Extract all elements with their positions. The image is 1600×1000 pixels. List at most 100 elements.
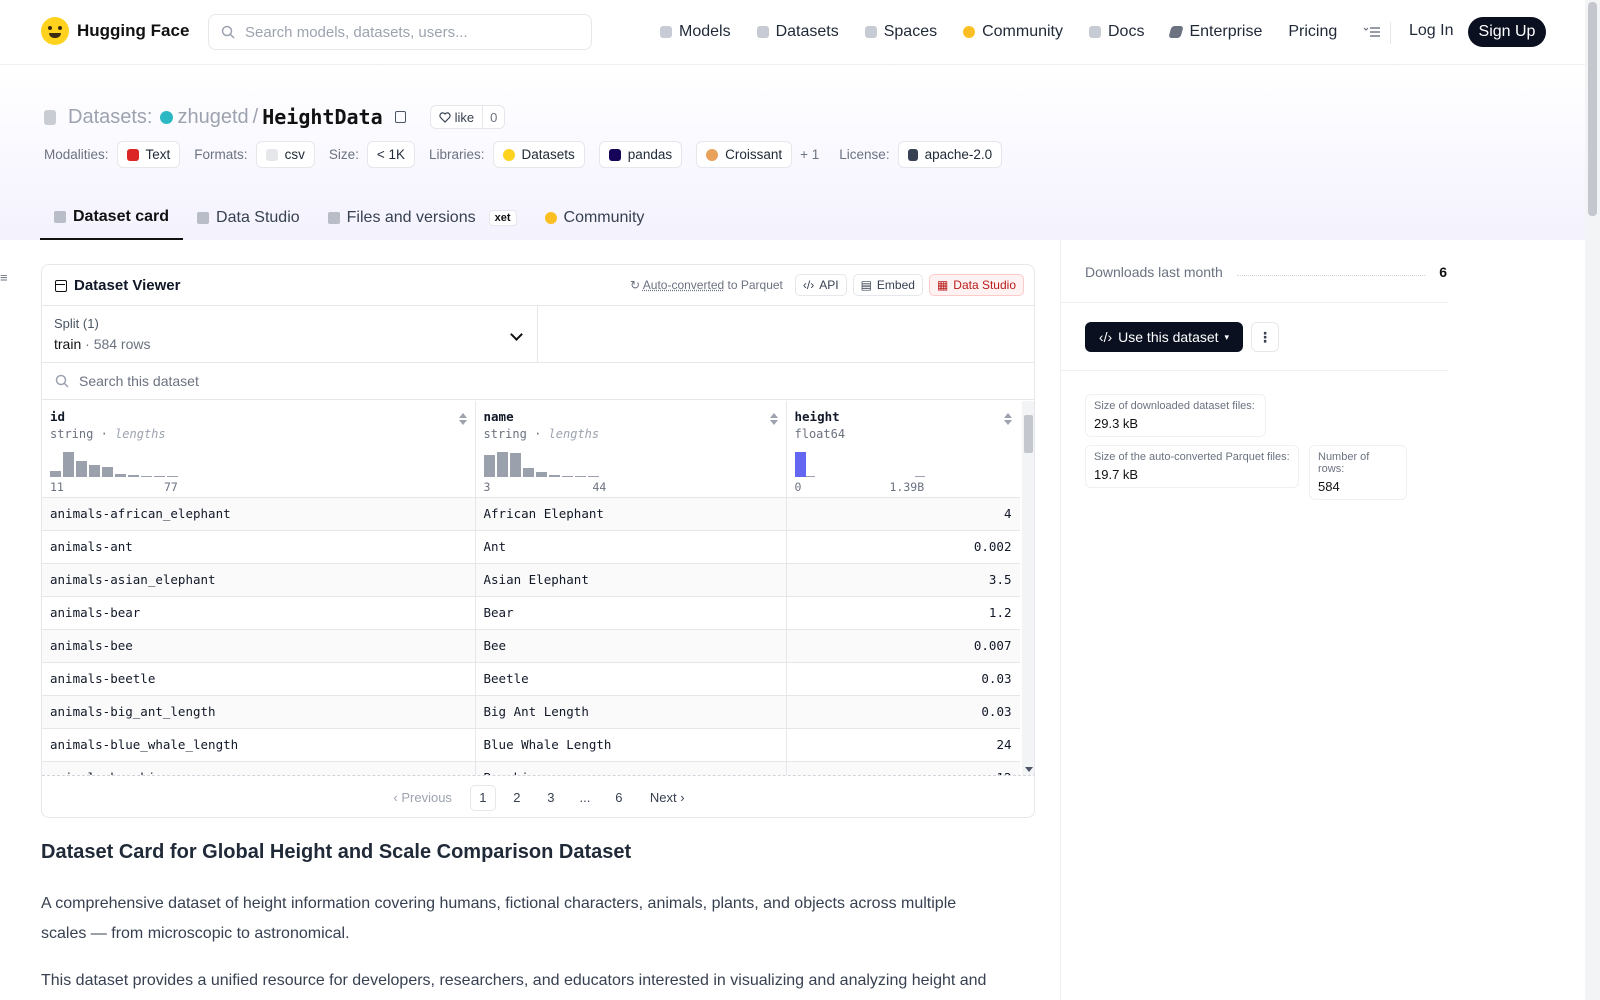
tag-modality[interactable]: Text [116, 141, 181, 168]
cell-id[interactable]: animals-brachiosaurus [42, 761, 476, 775]
table-row[interactable]: animals-asian_elephant Asian Elephant 3.5 [42, 563, 1020, 597]
repo-kind[interactable]: Datasets: [68, 106, 152, 129]
column-type: string · lengths [50, 427, 166, 441]
auto-converted-link[interactable]: Auto-converted [643, 278, 724, 292]
tag-size[interactable]: < 1K [366, 141, 415, 168]
nav-docs[interactable]: Docs [1089, 23, 1144, 41]
embed-button[interactable]: ▤ Embed [852, 274, 923, 296]
page-button[interactable]: 3 [538, 785, 564, 811]
tab-dataset-card[interactable]: Dataset card [40, 195, 184, 240]
table-row[interactable]: animals-ant Ant 0.002 [42, 530, 1020, 564]
tag-license[interactable]: apache-2.0 [897, 141, 1003, 168]
cell-id[interactable]: animals-ant [42, 530, 476, 564]
cell-id[interactable]: animals-beetle [42, 662, 476, 696]
cell-height[interactable]: 0.007 [786, 629, 1020, 663]
table-row[interactable]: animals-african_elephant African Elephant… [42, 497, 1020, 531]
split-selector-row: Split (1) train · 584 rows [42, 306, 1034, 363]
cell-height[interactable]: 12 [786, 761, 1020, 775]
column-header-id[interactable]: id string · lengths 11 77 [42, 401, 476, 498]
page-button[interactable]: 2 [504, 785, 530, 811]
cell-name[interactable]: Beetle [475, 662, 787, 696]
column-header-height[interactable]: height float64 0 1.39B [786, 401, 1020, 498]
viewer-title: Dataset Viewer [55, 277, 180, 294]
table-row[interactable]: animals-brachiosaurusBrachiosaurus12 [42, 761, 1020, 775]
cell-name[interactable]: Big Ant Length [475, 695, 787, 729]
cell-height[interactable]: 1.2 [786, 596, 1020, 630]
more-libraries[interactable]: + 1 [800, 147, 819, 162]
cell-id[interactable]: animals-asian_elephant [42, 563, 476, 597]
logo[interactable]: Hugging Face [41, 17, 189, 45]
stat-value: 584 [1318, 479, 1340, 494]
cell-name[interactable]: Bear [475, 596, 787, 630]
page-scrollbar[interactable] [1585, 0, 1600, 1000]
like-button[interactable]: like 0 [429, 105, 506, 129]
global-search-input[interactable]: Search models, datasets, users... [208, 14, 592, 50]
next-page-button[interactable]: Next › [650, 790, 685, 805]
scrollbar-thumb[interactable] [1588, 2, 1597, 216]
signup-button[interactable]: Sign Up [1468, 17, 1546, 47]
split-selector[interactable]: Split (1) train · 584 rows [42, 306, 538, 362]
page-ellipsis: ... [579, 790, 591, 805]
column-type-value: float64 [794, 427, 846, 441]
scrollbar-thumb[interactable] [1024, 415, 1033, 453]
sort-icon[interactable] [458, 413, 467, 425]
nav-more-menu[interactable] [1363, 26, 1381, 38]
repo-owner[interactable]: zhugetd [177, 106, 248, 129]
tag-library-datasets[interactable]: Datasets [492, 141, 585, 168]
cell-name[interactable]: African Elephant [475, 497, 787, 531]
page-button[interactable]: 6 [606, 785, 632, 811]
cell-id[interactable]: animals-big_ant_length [42, 695, 476, 729]
cell-height[interactable]: 0.03 [786, 695, 1020, 729]
cell-name[interactable]: Bee [475, 629, 787, 663]
repo-name[interactable]: HeightData [262, 105, 382, 129]
copy-icon[interactable] [394, 111, 406, 123]
formats-label: Formats: [194, 147, 248, 162]
auto-converted-note[interactable]: ↻ Auto-converted to Parquet [630, 278, 783, 292]
cell-name[interactable]: Asian Elephant [475, 563, 787, 597]
api-button[interactable]: ‹/› API [794, 274, 847, 296]
nav-community[interactable]: Community [963, 23, 1063, 41]
nav-enterprise[interactable]: Enterprise [1168, 23, 1262, 41]
table-row[interactable]: animals-bear Bear 1.2 [42, 596, 1020, 630]
cell-id[interactable]: animals-blue_whale_length [42, 728, 476, 762]
nav-pricing[interactable]: Pricing [1288, 23, 1337, 41]
cell-name[interactable]: Brachiosaurus [475, 761, 787, 775]
cell-height[interactable]: 3.5 [786, 563, 1020, 597]
table-row[interactable]: animals-blue_whale_length Blue Whale Leng… [42, 728, 1020, 762]
cell-height[interactable]: 24 [786, 728, 1020, 762]
more-options-button[interactable]: ⋮ [1251, 322, 1279, 352]
tag-library-pandas[interactable]: pandas [598, 141, 683, 168]
cell-id[interactable]: animals-african_elephant [42, 497, 476, 531]
cell-height[interactable]: 0.03 [786, 662, 1020, 696]
page-button-current[interactable]: 1 [469, 784, 496, 811]
table-row[interactable]: animals-big_ant_length Big Ant Length 0.03 [42, 695, 1020, 729]
nav-datasets[interactable]: Datasets [756, 23, 839, 41]
cell-name[interactable]: Ant [475, 530, 787, 564]
previous-page-button[interactable]: ‹ Previous [393, 790, 452, 805]
scroll-down-icon[interactable] [1025, 767, 1033, 772]
nav-models[interactable]: Models [660, 23, 731, 41]
cell-height[interactable]: 0.002 [786, 530, 1020, 564]
cell-id[interactable]: animals-bear [42, 596, 476, 630]
data-studio-button[interactable]: ▦ Data Studio [928, 274, 1024, 296]
table-row[interactable]: animals-beetle Beetle 0.03 [42, 662, 1020, 696]
sort-icon[interactable] [1003, 413, 1012, 425]
dataset-search-input[interactable]: Search this dataset [42, 363, 1034, 400]
table-scrollbar[interactable] [1022, 401, 1034, 775]
tab-files-versions[interactable]: Files and versions xet [314, 195, 531, 240]
tab-data-studio[interactable]: Data Studio [183, 195, 314, 240]
sort-icon[interactable] [769, 413, 778, 425]
login-link[interactable]: Log In [1409, 22, 1453, 40]
cell-height[interactable]: 4 [786, 497, 1020, 531]
repo-header: Datasets: zhugetd / HeightData like 0 Mo… [0, 65, 1585, 240]
tag-format[interactable]: csv [255, 141, 315, 168]
table-row[interactable]: animals-bee Bee 0.007 [42, 629, 1020, 663]
use-this-dataset-button[interactable]: ‹/› Use this dataset ▾ [1085, 322, 1243, 352]
nav-spaces[interactable]: Spaces [864, 23, 937, 41]
cell-name[interactable]: Blue Whale Length [475, 728, 787, 762]
column-header-name[interactable]: name string · lengths 3 44 [475, 401, 787, 498]
toc-toggle-icon[interactable]: ≡ [0, 270, 8, 285]
cell-id[interactable]: animals-bee [42, 629, 476, 663]
tag-library-croissant[interactable]: Croissant [696, 141, 793, 168]
tab-community[interactable]: Community [531, 195, 659, 240]
